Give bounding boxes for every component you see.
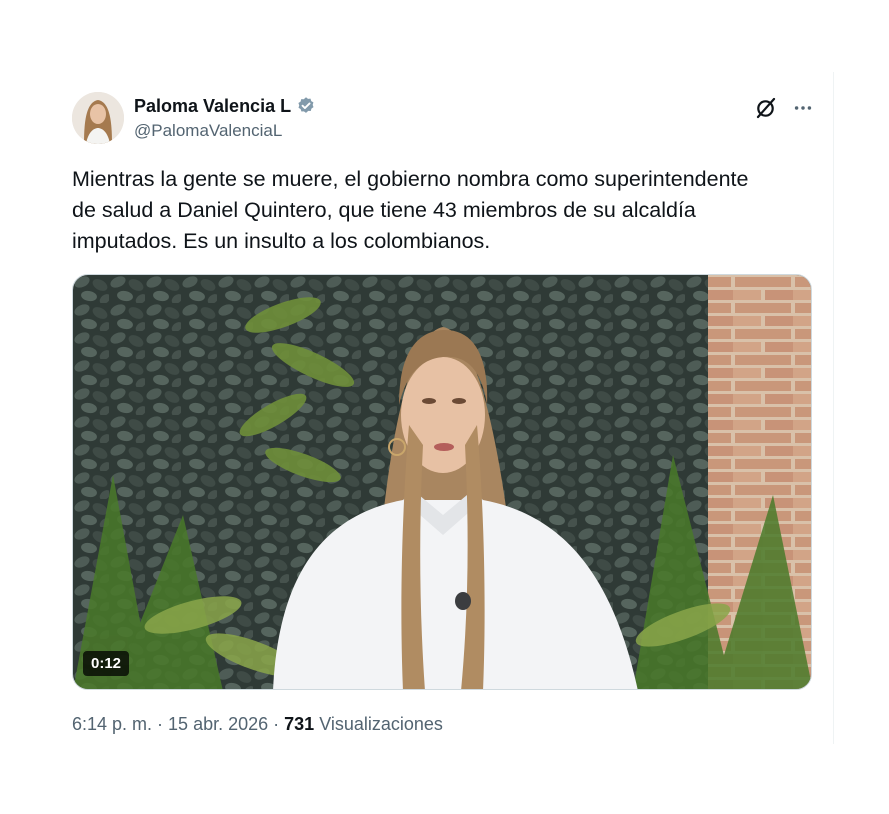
views-count: 731 (284, 714, 315, 734)
verified-badge-icon (298, 97, 314, 113)
grok-icon[interactable] (754, 96, 778, 120)
views-label: Visualizaciones (314, 714, 443, 734)
tweet-text: Mientras la gente se muere, el gobierno … (72, 164, 814, 257)
avatar[interactable] (72, 92, 124, 144)
video-player[interactable]: 0:12 (72, 274, 812, 690)
divider (833, 72, 834, 744)
video-duration: 0:12 (83, 651, 130, 676)
tweet-text-line: imputados. Es un insulto a los colombian… (72, 229, 491, 253)
more-icon[interactable] (792, 97, 814, 119)
tweet-actions (754, 96, 814, 120)
tweet-date[interactable]: 15 abr. 2026 (168, 714, 268, 734)
tweet-text-line: Mientras la gente se muere, el gobierno … (72, 167, 749, 191)
tweet-time[interactable]: 6:14 p. m. (72, 714, 152, 734)
author-handle[interactable]: @PalomaValenciaL (134, 121, 316, 141)
tweet-header: Paloma Valencia L @PalomaValenciaL (72, 92, 814, 146)
author-block: Paloma Valencia L @PalomaValenciaL (134, 94, 316, 141)
separator: · (268, 714, 285, 734)
author-name[interactable]: Paloma Valencia L (134, 96, 291, 117)
video-thumbnail (73, 275, 811, 689)
separator: · (152, 714, 169, 734)
tweet-text-line: de salud a Daniel Quintero, que tiene 43… (72, 198, 696, 222)
tweet-meta: 6:14 p. m. · 15 abr. 2026 · 731 Visualiz… (72, 714, 443, 735)
tweet-card: Paloma Valencia L @PalomaValenciaL Mient… (0, 0, 889, 814)
